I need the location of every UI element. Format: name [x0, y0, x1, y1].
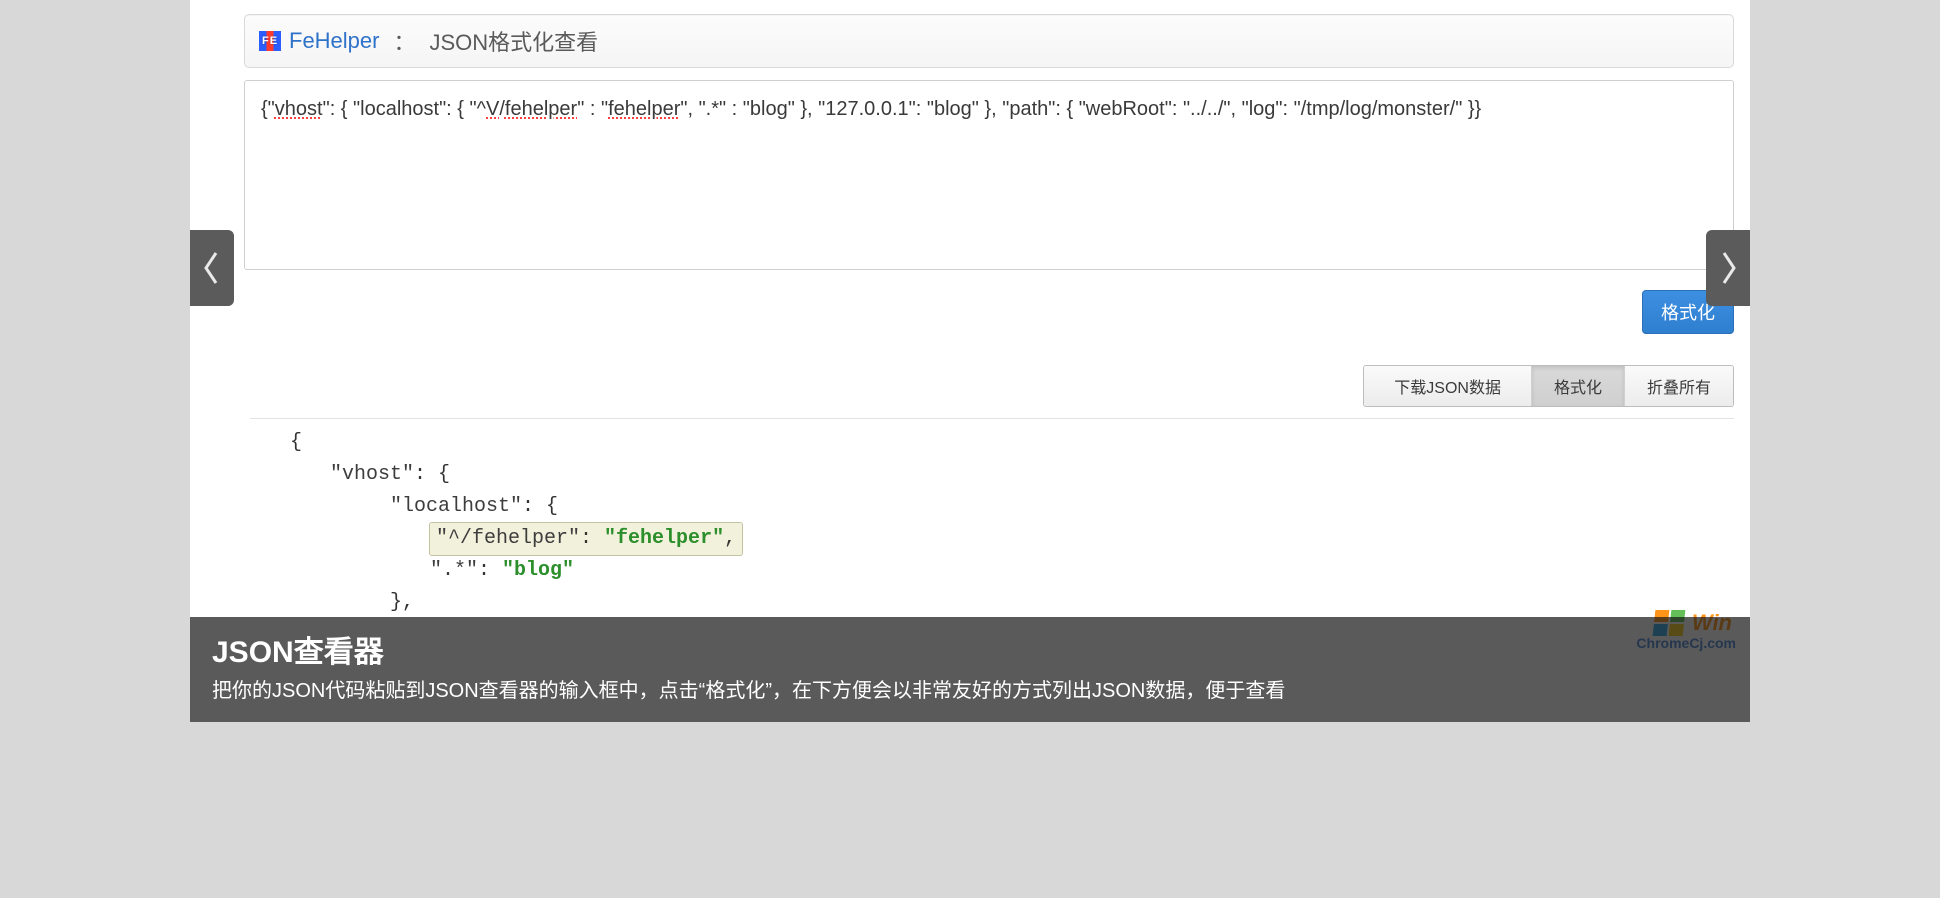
output-toolbar: 下载JSON数据 格式化 折叠所有 — [1363, 365, 1734, 407]
download-json-button[interactable]: 下载JSON数据 — [1364, 366, 1531, 406]
brace-open: { — [290, 431, 302, 454]
caption-desc: 把你的JSON代码粘贴到JSON查看器的输入框中，点击“格式化”，在下方便会以非… — [212, 677, 1728, 706]
caption-title: JSON查看器 — [212, 627, 1728, 671]
fehelper-logo-icon: FE — [259, 31, 281, 51]
chevron-left-icon — [202, 251, 222, 285]
chevron-right-icon — [1718, 251, 1738, 285]
json-row[interactable]: ".*": "blog" — [250, 555, 1734, 587]
brand-sep: ： — [393, 25, 415, 57]
page-subtitle: JSON格式化查看 — [430, 25, 599, 57]
slide-caption: JSON查看器 把你的JSON代码粘贴到JSON查看器的输入框中，点击“格式化”… — [190, 617, 1750, 722]
json-input[interactable]: {"vhost": { "localhost": { "^V/fehelper"… — [244, 80, 1734, 270]
json-key[interactable]: "vhost" — [330, 463, 414, 486]
brace-close: }, — [390, 591, 414, 612]
format-button[interactable]: 格式化 — [1531, 366, 1624, 406]
json-key[interactable]: "localhost" — [390, 495, 522, 518]
next-slide-button[interactable] — [1706, 230, 1750, 306]
prev-slide-button[interactable] — [190, 230, 234, 306]
json-tree[interactable]: { "vhost": { "localhost": { "^/fehelper"… — [250, 418, 1734, 612]
app-header: FE FeHelper ： JSON格式化查看 — [244, 14, 1734, 68]
brand-text: FeHelper — [289, 28, 379, 54]
json-row-selected[interactable]: "^/fehelper": "fehelper", — [250, 523, 1734, 555]
collapse-all-button[interactable]: 折叠所有 — [1624, 366, 1733, 406]
